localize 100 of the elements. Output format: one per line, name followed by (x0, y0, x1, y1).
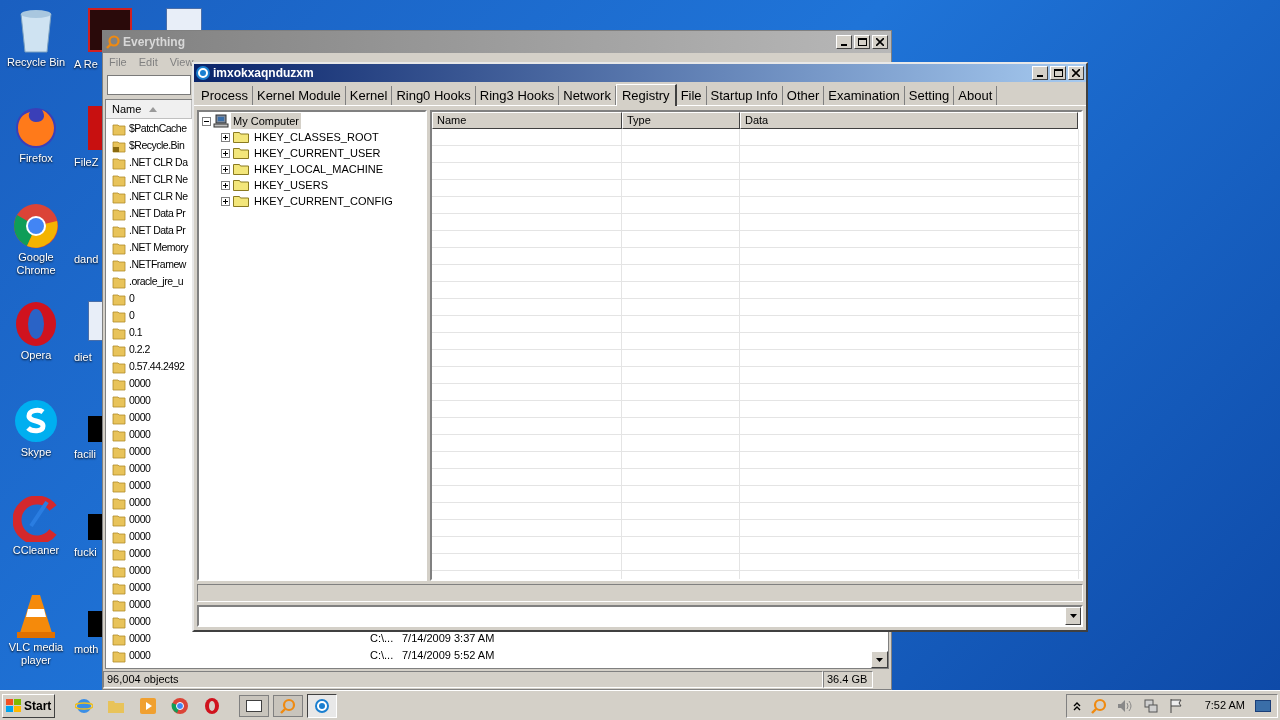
tab[interactable]: Kernel Module (252, 86, 346, 105)
file-name[interactable]: 0000 (129, 545, 151, 562)
file-name[interactable]: $Recycle.Bin (129, 137, 185, 154)
file-name[interactable]: .NET CLR Da (129, 154, 188, 171)
file-name[interactable]: 0000 (129, 494, 151, 511)
clock[interactable]: 7:52 AM (1204, 697, 1245, 714)
desktop-icon-label[interactable]: Google Chrome (4, 251, 68, 277)
browser-icon[interactable] (171, 696, 190, 715)
desktop-icon-label[interactable]: VLC media player (4, 641, 68, 667)
file-name[interactable]: $PatchCache (129, 120, 187, 137)
tree-item[interactable]: HKEY_CURRENT_CONFIG (252, 192, 395, 210)
file-name[interactable]: 0000 (129, 647, 151, 664)
vertical-scrollbar[interactable] (871, 651, 888, 668)
minimize-button[interactable] (836, 35, 852, 49)
tab[interactable]: Process (197, 86, 253, 105)
tree-item[interactable]: My Computer (231, 112, 302, 130)
file-name[interactable]: 0000 (129, 477, 151, 494)
maximize-button[interactable] (1050, 66, 1066, 80)
start-button[interactable]: Start (2, 693, 56, 718)
tab[interactable]: Ring3 Hooks (475, 86, 560, 105)
file-name[interactable]: 0.1 (129, 324, 143, 341)
file-name[interactable]: .NET CLR Ne (129, 188, 188, 205)
desktop-icon-label[interactable]: moth (74, 643, 100, 656)
maximize-button[interactable] (854, 35, 870, 49)
folder-icon (112, 580, 126, 595)
column-header[interactable]: Type (622, 112, 740, 129)
network-icon[interactable] (1142, 697, 1159, 714)
tree-item[interactable]: HKEY_USERS (252, 176, 330, 194)
column-header[interactable]: Data (740, 112, 1078, 129)
desktop-icon-label[interactable]: A Re (74, 58, 100, 71)
file-name[interactable]: 0000 (129, 579, 151, 596)
file-name[interactable]: 0.2.2 (129, 341, 150, 358)
file-name[interactable]: 0.57.44.2492 (129, 358, 185, 375)
desktop-icon-label[interactable]: facili (74, 448, 100, 461)
folder-icon (112, 478, 126, 493)
file-name[interactable]: 0000 (129, 375, 151, 392)
file-name[interactable]: 0000 (129, 613, 151, 630)
show-desktop-button[interactable] (1255, 699, 1271, 712)
file-name[interactable]: 0000 (129, 426, 151, 443)
tree-item[interactable]: HKEY_LOCAL_MACHINE (252, 160, 385, 178)
tree-toggle[interactable] (221, 148, 230, 158)
file-name[interactable]: .NET Data Pr (129, 205, 186, 222)
desktop-icon-label[interactable]: fucki (74, 545, 100, 559)
tab[interactable]: Other (782, 86, 825, 105)
tree-toggle[interactable] (221, 196, 230, 206)
desktop-icon-label[interactable]: Skype (20, 446, 52, 459)
file-name[interactable]: 0000 (129, 443, 151, 460)
tab[interactable]: File (676, 86, 707, 105)
desktop-icon-label[interactable]: Recycle Bin (6, 56, 66, 69)
tab[interactable]: Ring0 Hooks (392, 86, 476, 105)
minimize-button[interactable] (1032, 66, 1048, 80)
file-name[interactable]: 0000 (129, 528, 151, 545)
column-header[interactable]: Name (432, 112, 622, 129)
desktop-icon-label[interactable]: CCleaner (12, 543, 60, 557)
file-name[interactable]: .NET Memory (129, 239, 189, 256)
file-name[interactable]: .NETFramew (129, 256, 186, 273)
desktop-icon-label[interactable]: diet (74, 350, 100, 364)
tab[interactable]: Setting (904, 86, 955, 105)
tree-item[interactable]: HKEY_CLASSES_ROOT (252, 128, 381, 146)
desktop-icon-label[interactable]: Firefox (19, 151, 53, 165)
file-name[interactable]: 0 (129, 307, 135, 324)
file-name[interactable]: .NET CLR Ne (129, 171, 188, 188)
file-name[interactable]: .NET Data Pr (129, 222, 186, 239)
tree-toggle[interactable] (202, 116, 211, 126)
tab[interactable]: Kernel (345, 86, 393, 105)
folder-icon (112, 291, 126, 306)
file-path: C:\... (369, 631, 395, 647)
desktop-icon-label[interactable]: dand (74, 253, 100, 266)
tree-toggle[interactable] (221, 180, 230, 190)
file-name[interactable]: 0 (129, 290, 135, 307)
file-name[interactable]: 0000 (129, 460, 151, 477)
tab[interactable]: Network (559, 86, 616, 105)
desktop-icon-label[interactable]: Opera (20, 348, 52, 362)
search-field[interactable] (107, 75, 191, 95)
file-name[interactable]: 0000 (129, 392, 151, 409)
file-name[interactable]: 0000 (129, 511, 151, 528)
column-header[interactable]: Name (106, 100, 192, 119)
tree-toggle[interactable] (221, 164, 230, 174)
desktop-icon-label[interactable]: FileZ (74, 155, 100, 169)
taskbar-window-button[interactable] (307, 693, 338, 718)
file-name[interactable]: 0000 (129, 409, 151, 426)
dropdown-button[interactable] (1065, 607, 1081, 625)
file-name[interactable]: .oracle_jre_u (129, 273, 184, 290)
tab[interactable]: Startup Info (706, 86, 783, 105)
flag-icon[interactable] (1168, 697, 1183, 714)
file-name[interactable]: 0000 (129, 630, 151, 647)
command-combo-box[interactable] (197, 605, 1083, 627)
tab[interactable]: About (954, 86, 998, 105)
close-button[interactable] (1068, 66, 1084, 80)
tab[interactable]: Examination (824, 86, 905, 105)
close-button[interactable] (872, 35, 888, 49)
tab[interactable]: Registry (615, 84, 677, 106)
tree-toggle[interactable] (221, 132, 230, 142)
ring-icon[interactable] (203, 696, 222, 715)
file-name[interactable]: 0000 (129, 596, 151, 613)
chevron-up-icon[interactable] (1072, 700, 1081, 711)
window-title: Everything (123, 34, 185, 51)
tree-item[interactable]: HKEY_CURRENT_USER (252, 144, 383, 162)
taskbar-window-button[interactable] (239, 694, 270, 717)
file-name[interactable]: 0000 (129, 562, 151, 579)
